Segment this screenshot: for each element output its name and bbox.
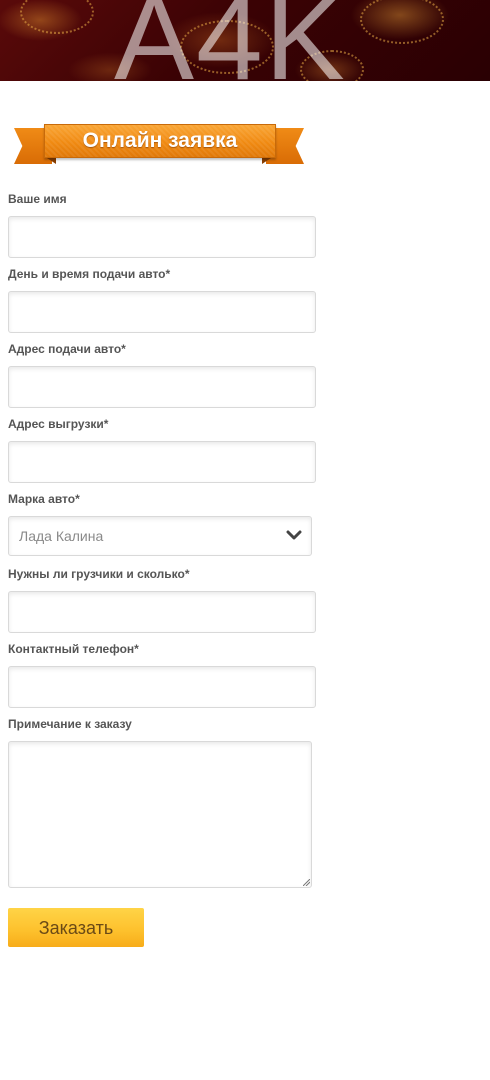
field-label: День и время подачи авто* [8, 267, 171, 281]
pickup-address-input[interactable] [8, 366, 316, 408]
note-textarea[interactable] [8, 741, 312, 888]
field-label: Адрес подачи авто* [8, 342, 126, 356]
field-label: Ваше имя [8, 192, 67, 206]
header-banner: A4K [0, 0, 490, 81]
datetime-input[interactable] [8, 291, 316, 333]
field-label: Нужны ли грузчики и сколько* [8, 567, 190, 581]
field-phone: Контактный телефон* [8, 640, 316, 708]
field-unload-address: Адрес выгрузки* [8, 415, 316, 483]
name-input[interactable] [8, 216, 316, 258]
decor-swirl [360, 0, 444, 44]
loaders-input[interactable] [8, 591, 316, 633]
field-loaders: Нужны ли грузчики и сколько* [8, 565, 316, 633]
ribbon-body: Онлайн заявка [44, 124, 276, 158]
field-label: Примечание к заказу [8, 717, 132, 731]
resize-grip-icon[interactable] [303, 879, 310, 886]
car-brand-value: Лада Калина [19, 528, 104, 544]
site-logo[interactable]: A4K [114, 0, 347, 81]
form-title-ribbon: Онлайн заявка [14, 118, 304, 170]
unload-address-input[interactable] [8, 441, 316, 483]
field-pickup-address: Адрес подачи авто* [8, 340, 316, 408]
field-label: Марка авто* [8, 492, 80, 506]
field-name: Ваше имя [8, 190, 316, 258]
decor-swirl [20, 0, 94, 34]
form-title: Онлайн заявка [82, 129, 238, 152]
field-label: Адрес выгрузки* [8, 417, 109, 431]
phone-input[interactable] [8, 666, 316, 708]
chevron-down-icon [286, 530, 302, 540]
field-note: Примечание к заказу [8, 715, 312, 888]
field-datetime: День и время подачи авто* [8, 265, 316, 333]
field-label: Контактный телефон* [8, 642, 139, 656]
submit-order-button[interactable]: Заказать [8, 908, 144, 947]
car-brand-select[interactable]: Лада Калина [8, 516, 312, 556]
field-car-brand: Марка авто* Лада Калина [8, 490, 312, 556]
